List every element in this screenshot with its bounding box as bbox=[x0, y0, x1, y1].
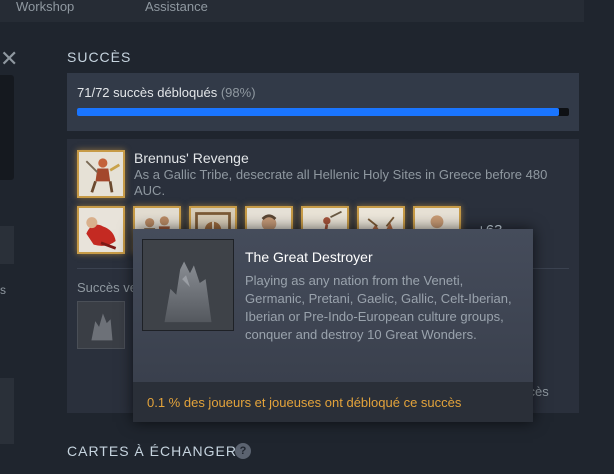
tooltip-achievement-icon bbox=[142, 239, 234, 331]
tooltip-body: The Great Destroyer Playing as any natio… bbox=[133, 229, 533, 382]
progress-bar bbox=[77, 108, 569, 116]
achievement-title: Brennus' Revenge bbox=[134, 150, 249, 166]
progress-bar-fill bbox=[77, 108, 560, 116]
locked-achievement-icon[interactable] bbox=[77, 301, 125, 349]
close-icon[interactable]: ✕ bbox=[0, 48, 18, 70]
locked-achievements-label: Succès ve bbox=[77, 280, 137, 295]
achievement-tooltip: The Great Destroyer Playing as any natio… bbox=[133, 229, 533, 422]
achievement-icon-red-figure[interactable] bbox=[77, 206, 125, 254]
left-side-panel bbox=[0, 226, 14, 264]
left-side-panel-lower bbox=[0, 378, 14, 444]
tooltip-unlock-rate: 0.1 % des joueurs et joueuses ont débloq… bbox=[147, 395, 462, 410]
trading-cards-section-title: CARTES À ÉCHANGER bbox=[67, 443, 237, 459]
progress-percent: (98%) bbox=[220, 85, 256, 100]
achievement-progress-panel[interactable]: 71/72 succès débloqués (98%) bbox=[67, 73, 579, 131]
achievements-section-title: SUCCÈS bbox=[67, 49, 132, 65]
achievement-description: As a Gallic Tribe, desecrate all Helleni… bbox=[134, 167, 548, 198]
progress-label: 71/72 succès débloqués bbox=[77, 85, 218, 100]
achievement-icon-warrior[interactable] bbox=[77, 150, 125, 198]
help-icon[interactable]: ? bbox=[235, 443, 251, 459]
tooltip-description: Playing as any nation from the Veneti, G… bbox=[245, 273, 512, 342]
tooltip-footer: 0.1 % des joueurs et joueuses ont débloq… bbox=[133, 382, 533, 422]
left-media-panel bbox=[0, 75, 14, 180]
tooltip-title: The Great Destroyer bbox=[245, 249, 373, 265]
nav-assistance[interactable]: Assistance bbox=[145, 0, 208, 14]
progress-text: 71/72 succès débloqués (98%) bbox=[77, 85, 256, 100]
top-navigation: Workshop Assistance bbox=[0, 0, 584, 22]
left-truncated-text: s bbox=[0, 283, 6, 297]
nav-workshop[interactable]: Workshop bbox=[16, 0, 74, 14]
